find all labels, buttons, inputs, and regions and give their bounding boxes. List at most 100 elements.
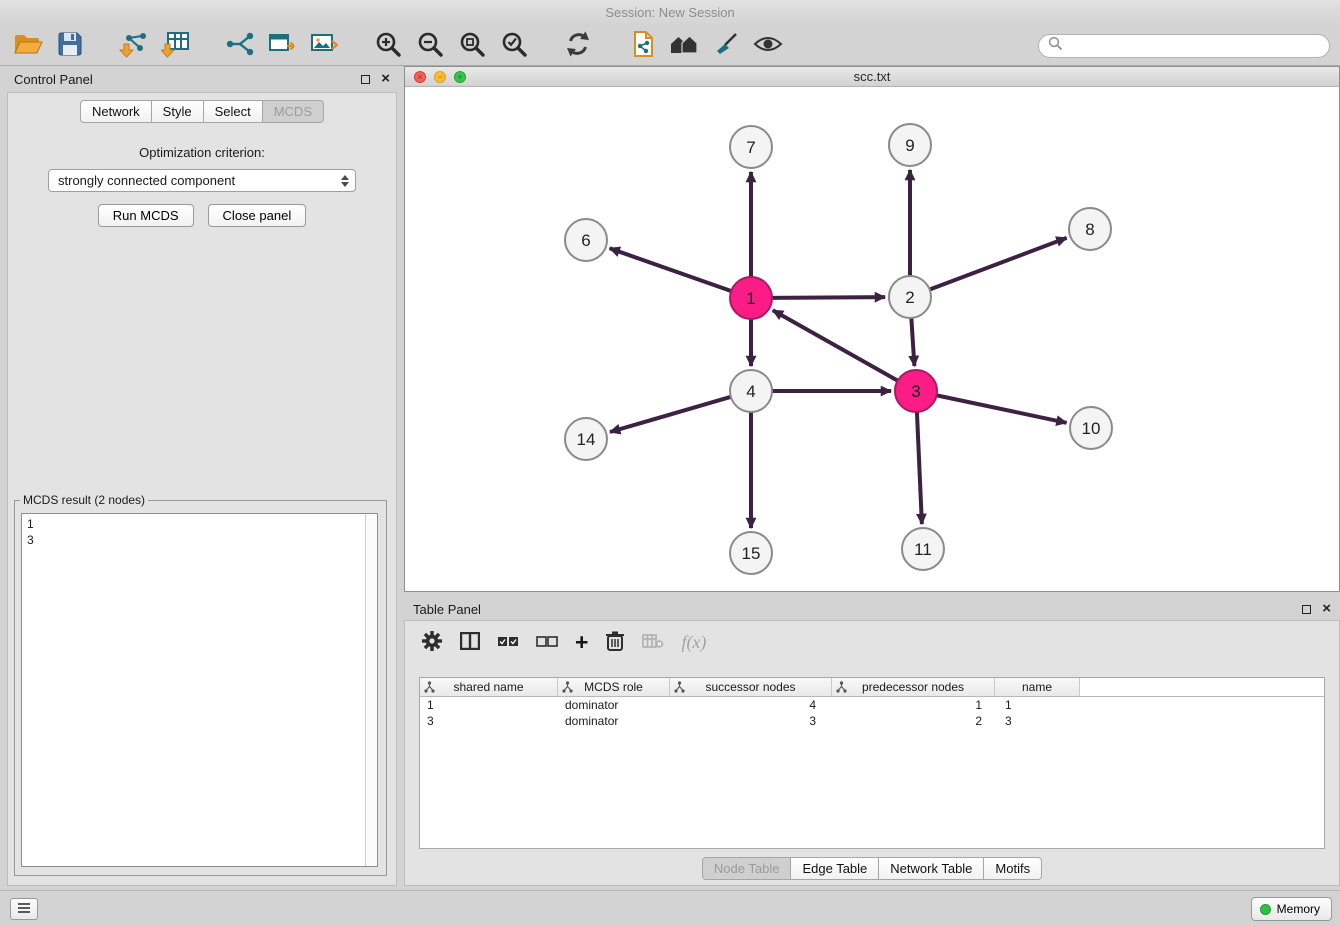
delete-table-button[interactable] [642,627,664,657]
column-header-successor-nodes[interactable]: successor nodes [670,678,832,696]
deselect-all-rows-button[interactable] [536,627,558,657]
share-network-button[interactable] [222,29,258,63]
tab-mcds[interactable]: MCDS [262,100,324,123]
home-button[interactable] [666,29,702,63]
clone-network-button[interactable] [624,29,660,63]
tab-network[interactable]: Network [80,100,152,123]
add-column-button[interactable]: + [575,627,588,657]
graph-edge-3-1[interactable] [773,310,899,381]
optimization-criterion-select[interactable]: strongly connected component [48,169,356,192]
graph-edge-1-2[interactable] [771,297,885,298]
run-mcds-button[interactable]: Run MCDS [98,204,194,227]
tab-edge-table[interactable]: Edge Table [790,857,879,880]
show-columns-button[interactable] [460,627,480,657]
column-header-predecessor-nodes[interactable]: predecessor nodes [832,678,995,696]
graph-edge-4-14[interactable] [610,397,732,432]
cell-successor-nodes[interactable]: 4 [670,697,832,713]
zoom-in-button[interactable] [370,29,406,63]
optimization-criterion-label: Optimization criterion: [8,145,396,160]
graph-node-6[interactable]: 6 [565,219,607,261]
graph-edge-2-8[interactable] [929,238,1067,290]
graph-node-7[interactable]: 7 [730,126,772,168]
graph-node-14[interactable]: 14 [565,418,607,460]
graph-node-2[interactable]: 2 [889,276,931,318]
search-field[interactable] [1038,34,1330,58]
save-session-button[interactable] [52,29,88,63]
column-label: name [1022,680,1052,694]
memory-button[interactable]: Memory [1251,897,1332,921]
table-settings-button[interactable] [421,627,443,657]
cell-name[interactable]: 3 [995,713,1080,729]
result-scrollbar[interactable] [365,514,377,866]
result-item[interactable]: 1 [27,516,361,532]
cell-mcds-role[interactable]: dominator [558,713,670,729]
tab-node-table[interactable]: Node Table [702,857,792,880]
graph-edge-3-11[interactable] [917,411,922,524]
export-image-button[interactable] [306,29,342,63]
cell-predecessor-nodes[interactable]: 2 [832,713,995,729]
new-view-button[interactable] [264,29,300,63]
graph-node-label: 14 [577,430,596,449]
function-builder-button[interactable]: f(x) [681,627,706,657]
graph-edge-3-10[interactable] [936,395,1067,423]
zoom-selected-button[interactable] [496,29,532,63]
trash-icon [605,630,625,655]
task-history-button[interactable] [10,898,38,920]
table-row[interactable]: 1 dominator 4 1 1 [420,697,1324,713]
select-all-rows-button[interactable] [497,627,519,657]
import-network-button[interactable] [116,29,152,63]
cell-shared-name[interactable]: 3 [420,713,558,729]
cell-shared-name[interactable]: 1 [420,697,558,713]
search-input[interactable] [1069,37,1320,54]
tab-motifs[interactable]: Motifs [983,857,1042,880]
network-graph-svg[interactable]: 7 9 6 8 1 2 4 3 14 10 15 11 [405,87,1339,591]
table-row[interactable]: 3 dominator 3 2 3 [420,713,1324,729]
cell-successor-nodes[interactable]: 3 [670,713,832,729]
column-header-mcds-role[interactable]: MCDS role [558,678,670,696]
cell-name[interactable]: 1 [995,697,1080,713]
tab-style[interactable]: Style [151,100,204,123]
graph-node-4[interactable]: 4 [730,370,772,412]
import-table-icon [161,30,191,61]
network-canvas[interactable]: 7 9 6 8 1 2 4 3 14 10 15 11 [405,87,1339,591]
column-header-name[interactable]: name [995,678,1080,696]
apply-style-button[interactable] [708,29,744,63]
delete-column-button[interactable] [605,627,625,657]
graph-node-3[interactable]: 3 [895,370,937,412]
import-table-button[interactable] [158,29,194,63]
close-panel-button[interactable]: Close panel [208,204,307,227]
cell-mcds-role[interactable]: dominator [558,697,670,713]
zoom-fit-button[interactable] [454,29,490,63]
graph-node-15[interactable]: 15 [730,532,772,574]
close-window-icon[interactable]: × [414,71,426,83]
graph-edge-1-6[interactable] [610,248,733,291]
cell-predecessor-nodes[interactable]: 1 [832,697,995,713]
minimize-window-icon[interactable]: − [434,71,446,83]
graph-node-1[interactable]: 1 [730,277,772,319]
mcds-result-list[interactable]: 1 3 [21,513,378,867]
close-table-panel-icon[interactable]: × [1322,604,1331,614]
float-table-panel-icon[interactable] [1302,605,1311,614]
network-window-titlebar[interactable]: × − + scc.txt [405,67,1339,87]
result-item[interactable]: 3 [27,532,361,548]
graph-edge-2-3[interactable] [911,317,914,366]
graph-node-label: 1 [746,289,755,308]
show-graphics-button[interactable] [750,29,786,63]
graph-node-10[interactable]: 10 [1070,407,1112,449]
zoom-out-button[interactable] [412,29,448,63]
tab-select[interactable]: Select [203,100,263,123]
zoom-window-icon[interactable]: + [454,71,466,83]
mcds-result-box: MCDS result (2 nodes) 1 3 [14,493,387,876]
graph-node-11[interactable]: 11 [902,528,944,570]
open-file-button[interactable] [10,29,46,63]
unchecked-boxes-icon [536,634,558,651]
graph-node-label: 10 [1082,419,1101,438]
float-panel-icon[interactable] [361,75,370,84]
graph-node-9[interactable]: 9 [889,124,931,166]
search-icon [1048,36,1063,56]
tab-network-table[interactable]: Network Table [878,857,984,880]
refresh-button[interactable] [560,29,596,63]
graph-node-8[interactable]: 8 [1069,208,1111,250]
column-header-shared-name[interactable]: shared name [420,678,558,696]
close-panel-icon[interactable]: × [381,74,390,84]
